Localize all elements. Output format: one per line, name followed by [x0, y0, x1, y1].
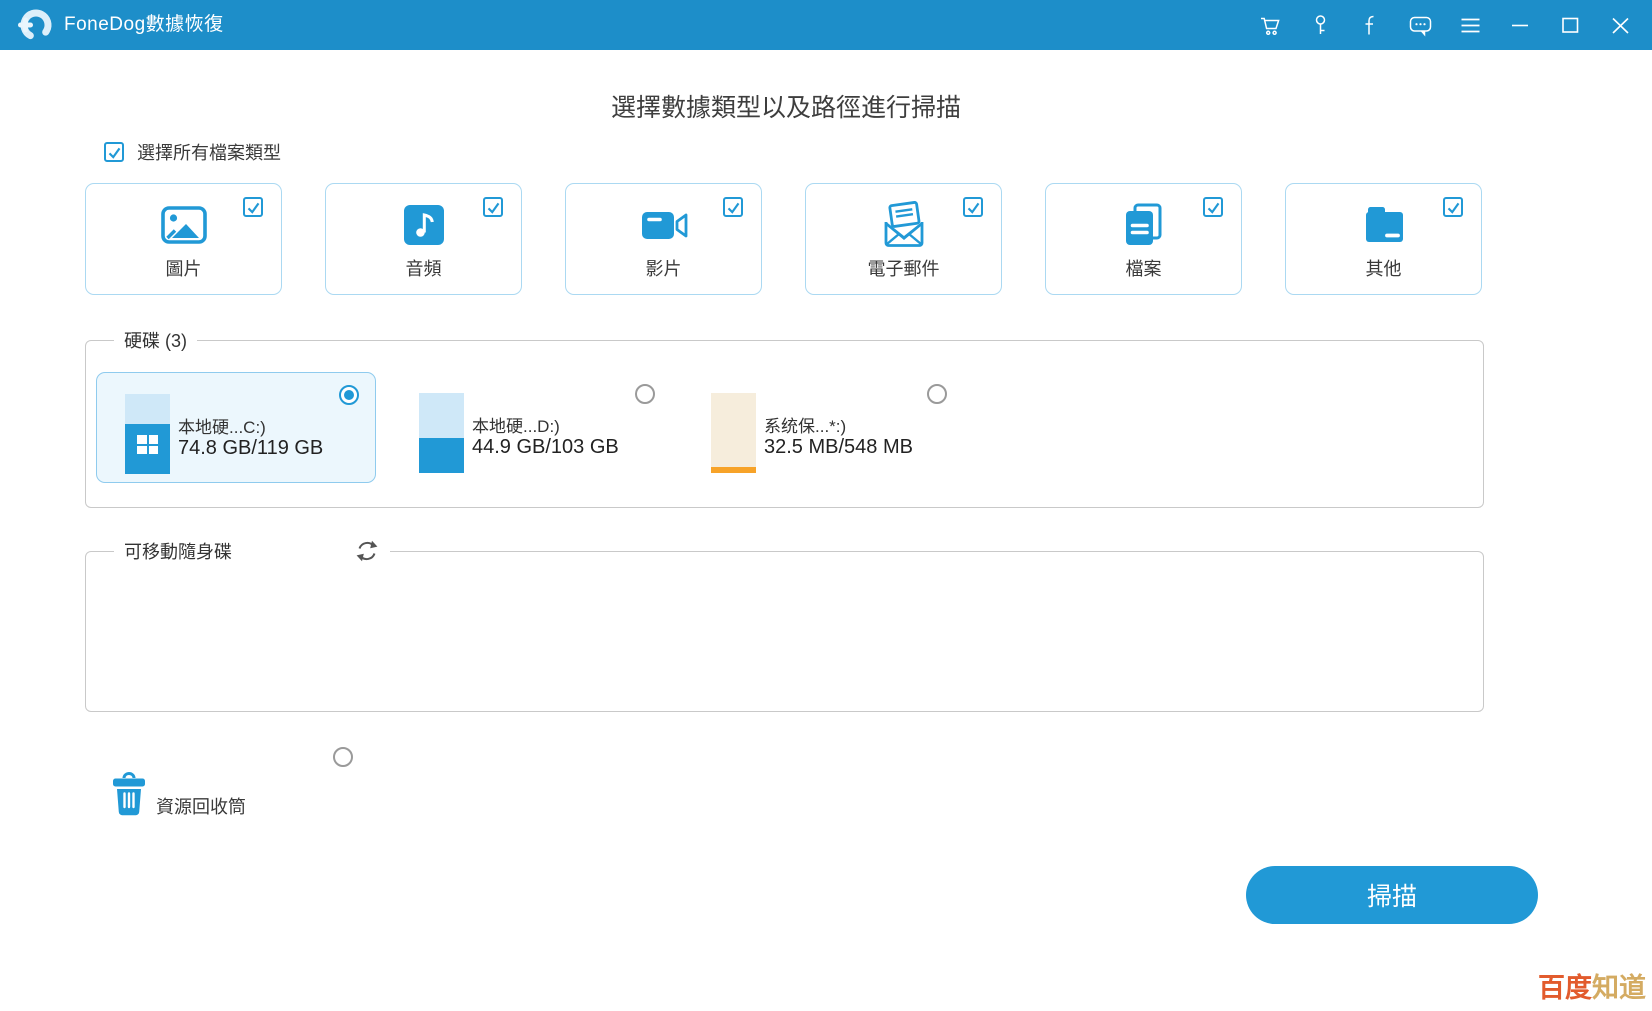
facebook-icon[interactable]: [1357, 12, 1384, 39]
drive-d-item[interactable]: 本地硬...D:) 44.9 GB/103 GB: [391, 372, 671, 483]
recycle-bin-radio[interactable]: [333, 747, 353, 767]
image-icon: [86, 201, 281, 249]
removable-drive-section: 可移動隨身碟: [85, 538, 1484, 712]
removable-drive-legend: 可移動隨身碟: [114, 538, 390, 564]
audio-label: 音頻: [405, 259, 442, 279]
file-type-card-other[interactable]: 其他: [1285, 183, 1482, 295]
select-all-checkbox[interactable]: [104, 142, 124, 162]
drive-d-size: 44.9 GB/103 GB: [472, 436, 619, 458]
windows-logo-icon: [137, 434, 158, 454]
file-type-card-documents[interactable]: 檔案: [1045, 183, 1242, 295]
drive-system-radio[interactable]: [927, 384, 947, 404]
key-icon[interactable]: [1307, 12, 1334, 39]
watermark: 百度知道: [1538, 966, 1646, 1005]
drive-d-icon: [419, 393, 464, 473]
drive-c-item[interactable]: 本地硬...C:) 74.8 GB/119 GB: [96, 372, 376, 483]
drive-c-name: 本地硬...C:): [178, 418, 266, 437]
hard-disk-legend-label: 硬碟 (3): [124, 331, 187, 351]
watermark-part1: 百度: [1538, 973, 1592, 1003]
file-type-card-audio[interactable]: 音頻: [325, 183, 522, 295]
file-type-card-video[interactable]: 影片: [565, 183, 762, 295]
select-all-file-types[interactable]: 選擇所有檔案類型: [104, 139, 281, 165]
refresh-icon[interactable]: [354, 538, 380, 564]
maximize-icon[interactable]: [1557, 12, 1584, 39]
drive-d-name: 本地硬...D:): [472, 417, 560, 436]
titlebar: FoneDog數據恢復: [0, 0, 1652, 50]
fonedog-logo-icon: [14, 5, 54, 45]
drive-c-radio[interactable]: [339, 385, 359, 405]
menu-icon[interactable]: [1457, 12, 1484, 39]
trash-icon: [110, 771, 148, 823]
email-label: 電子郵件: [867, 259, 940, 279]
documents-label: 檔案: [1125, 259, 1162, 279]
app-window: FoneDog數據恢復 選擇數據類型以及路徑進行掃描 選擇所有檔案類型 圖片 音…: [0, 0, 1652, 1011]
scan-button[interactable]: 掃描: [1246, 866, 1538, 924]
drive-c-icon: [125, 394, 170, 474]
drive-d-radio[interactable]: [635, 384, 655, 404]
folder-icon: [1286, 201, 1481, 249]
video-label: 影片: [645, 259, 682, 279]
app-title: FoneDog數據恢復: [64, 14, 224, 35]
file-type-card-images[interactable]: 圖片: [85, 183, 282, 295]
video-icon: [566, 201, 761, 249]
drive-c-size: 74.8 GB/119 GB: [178, 437, 324, 459]
document-icon: [1046, 201, 1241, 249]
recycle-bin-label[interactable]: 資源回收筒: [156, 793, 246, 819]
hard-disk-section: 硬碟 (3) 本地硬...C:) 74.8 GB/119 GB 本地硬...D:…: [85, 327, 1484, 508]
cart-icon[interactable]: [1257, 12, 1284, 39]
titlebar-buttons: [1257, 0, 1634, 50]
hard-disk-legend: 硬碟 (3): [114, 327, 197, 353]
watermark-part2: 知道: [1592, 973, 1646, 1003]
removable-drive-legend-label: 可移動隨身碟: [124, 542, 232, 562]
drive-system-item[interactable]: 系统保...*:) 32.5 MB/548 MB: [683, 372, 963, 483]
close-icon[interactable]: [1607, 12, 1634, 39]
images-label: 圖片: [165, 259, 202, 279]
drive-system-name: 系统保...*:): [764, 417, 847, 436]
file-type-card-email[interactable]: 電子郵件: [805, 183, 1002, 295]
page-title: 選擇數據類型以及路徑進行掃描: [610, 94, 961, 122]
drive-system-size: 32.5 MB/548 MB: [764, 436, 913, 458]
other-label: 其他: [1365, 259, 1402, 279]
select-all-label: 選擇所有檔案類型: [137, 143, 281, 163]
drive-system-icon: [711, 393, 756, 473]
minimize-icon[interactable]: [1507, 12, 1534, 39]
email-icon: [806, 201, 1001, 249]
chat-icon[interactable]: [1407, 12, 1434, 39]
audio-icon: [326, 201, 521, 249]
